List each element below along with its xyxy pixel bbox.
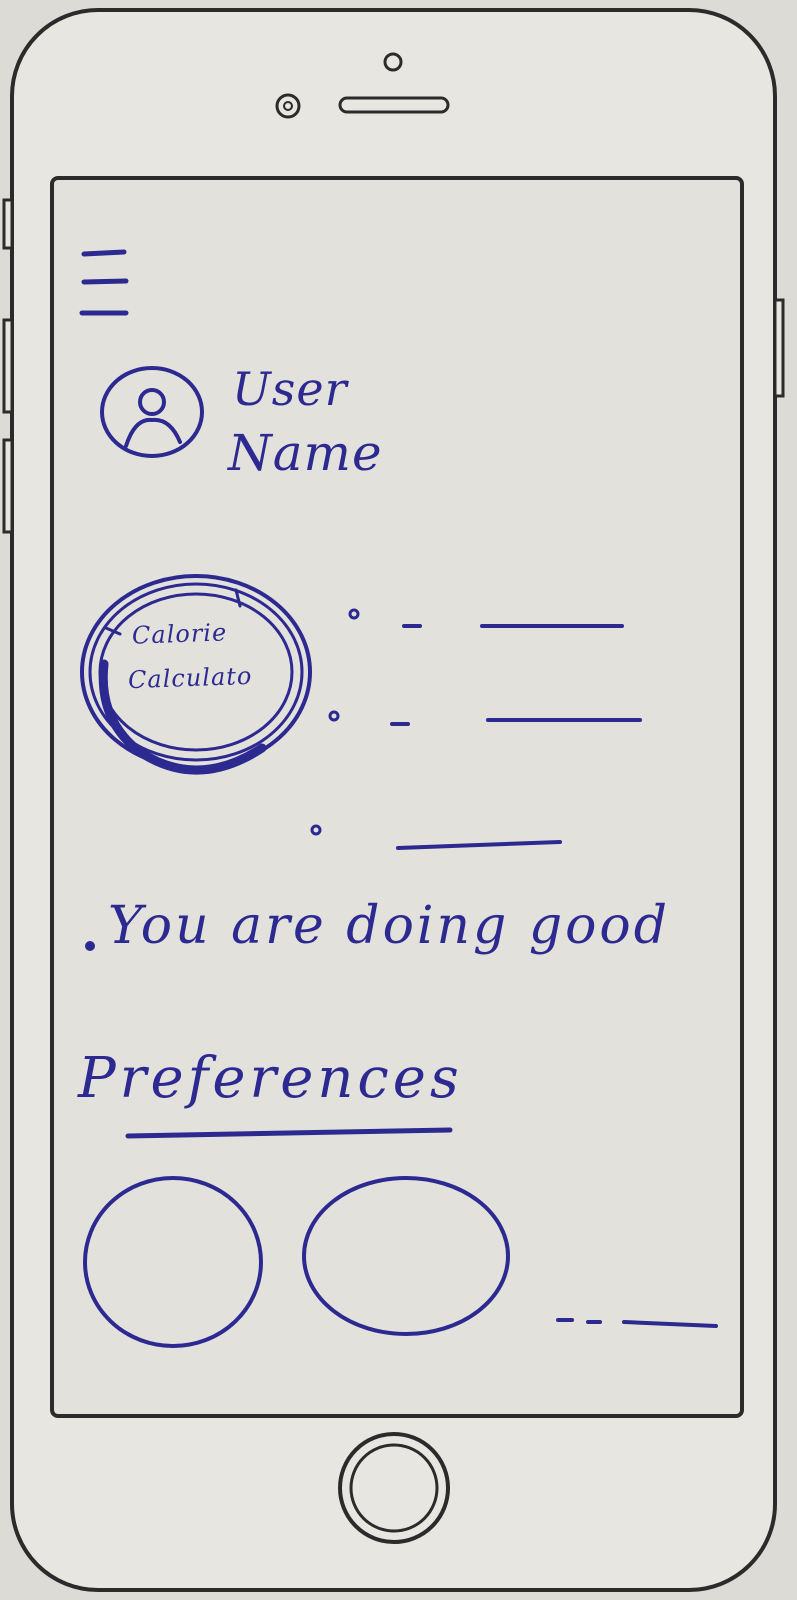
calorie-label-line2: Calculato bbox=[127, 661, 253, 695]
username-line1: User bbox=[232, 362, 348, 416]
calorie-label-line1: Calorie bbox=[131, 618, 228, 650]
status-bullet-dot bbox=[85, 941, 95, 951]
phone-frame bbox=[0, 0, 797, 1600]
username-line2: Name bbox=[228, 424, 383, 482]
phone-wireframe-sketch: User Name Calorie Calculato You are doin… bbox=[0, 0, 797, 1600]
screen bbox=[50, 176, 744, 1418]
status-message: You are doing good bbox=[108, 896, 671, 956]
preferences-heading: Preferences bbox=[78, 1046, 463, 1111]
